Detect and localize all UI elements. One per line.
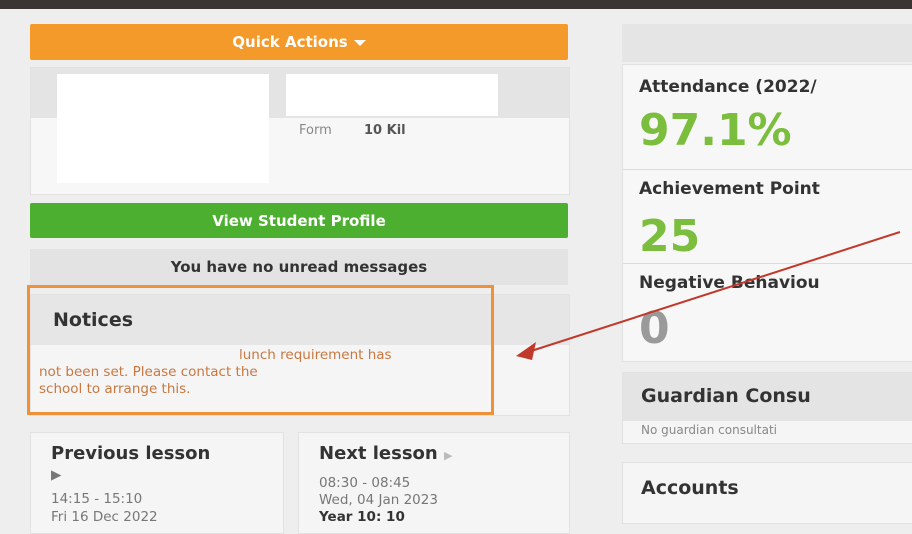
quick-actions-label: Quick Actions [232,33,348,51]
attendance-label: Attendance (2022/ [639,77,817,97]
achievement-label: Achievement Point [639,179,820,199]
stats-panel: Attendance (2022/ 97.1% Achievement Poin… [622,64,912,362]
attendance-value: 97.1% [639,105,792,156]
student-name-redacted [286,74,498,116]
next-lesson-group: Year 10: 10 [319,509,405,525]
divider [623,263,912,264]
next-lesson-arrow-icon: ▶ [444,449,453,462]
guardian-message: No guardian consultati [641,423,777,437]
stats-header [622,24,912,62]
guardian-title: Guardian Consu [641,385,811,407]
quick-actions-button[interactable]: Quick Actions [30,24,568,60]
next-lesson-label: Next lesson [319,443,438,464]
form-label: Form [299,123,332,138]
divider [623,169,912,170]
chevron-down-icon [353,40,366,46]
accounts-title: Accounts [641,477,739,499]
previous-lesson-time: 14:15 - 15:10 [51,491,143,507]
top-bar [0,0,912,9]
negative-behaviour-label: Negative Behaviou [639,273,820,293]
next-lesson-title: Next lesson ▶ [319,443,453,464]
next-lesson-date: Wed, 04 Jan 2023 [319,492,438,508]
achievement-value: 25 [639,211,701,262]
next-lesson-time: 08:30 - 08:45 [319,475,411,491]
negative-behaviour-value: 0 [639,303,670,354]
form-value: 10 Kil [364,123,406,138]
previous-lesson-date: Fri 16 Dec 2022 [51,509,158,525]
notices-highlight-box [27,285,494,415]
messages-status[interactable]: You have no unread messages [30,249,568,285]
view-student-profile-button[interactable]: View Student Profile [30,203,568,238]
accounts-panel: Accounts [622,462,912,524]
guardian-consultations-panel: Guardian Consu No guardian consultati [622,372,912,444]
previous-lesson-arrow-icon: ▶ [51,467,62,483]
student-photo-redacted [57,74,269,183]
previous-lesson-title: Previous lesson [51,443,210,464]
previous-lesson-label: Previous lesson [51,443,211,464]
